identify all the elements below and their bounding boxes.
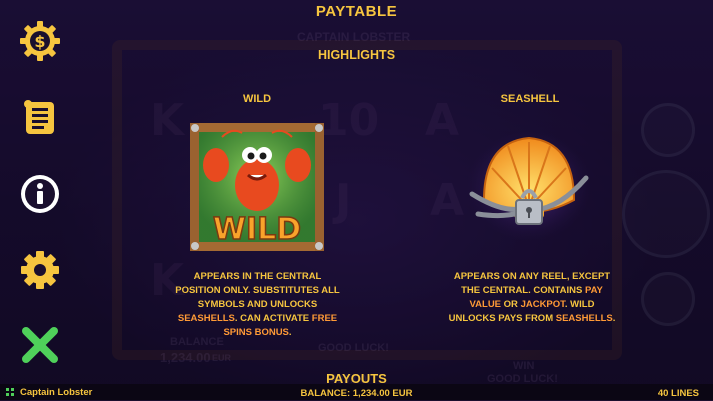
wild-desc-text: . CAN ACTIVATE [234,313,312,324]
page-title: PAYTABLE [315,3,398,20]
svg-text:$: $ [34,32,45,51]
dollar-coin-icon: $ [20,21,60,61]
seashell-desc-highlight: VALUE [469,299,502,310]
seashell-symbol-image [467,131,591,241]
wild-desc-text: . [288,327,292,338]
seashell-desc-highlight: PAY [584,285,603,296]
rules-menu-button[interactable] [18,96,62,140]
scroll-icon [24,100,54,134]
wild-description: APPEARS IN THE CENTRAL POSITION ONLY. SU… [155,270,360,340]
gear-icon [21,251,59,289]
balance-readout: BALANCE: 1,234.00 EUR [300,388,413,399]
seashell-desc-text: . [612,313,616,324]
seashell-desc-highlight: JACKPOT [520,299,565,310]
seashell-desc-text: . WILD [564,299,595,310]
paytable-menu-button[interactable]: $ [18,19,62,63]
wild-title: WILD [242,93,272,105]
lines-readout: 40 LINES [657,388,699,399]
seashell-description: APPEARS ON ANY REEL, EXCEPT THE CENTRAL.… [432,270,632,326]
wild-symbol-image: WILD [190,123,324,251]
info-icon [21,175,59,213]
wild-desc-highlight: SPINS BONUS [223,327,289,338]
close-icon [22,327,58,363]
seashell-desc-highlight: SEASHELLS [555,313,613,324]
wild-desc-line: POSITION ONLY. SUBSTITUTES ALL [175,285,340,296]
section-title: HIGHLIGHTS [317,48,396,62]
info-menu-button[interactable] [18,172,62,216]
seashell-title: SEASHELL [500,93,560,105]
wild-art-text: WILD [213,212,301,247]
seashell-desc-text: THE CENTRAL. CONTAINS [461,285,585,296]
seashell-desc-text: OR [501,299,521,310]
wild-desc-line: APPEARS IN THE CENTRAL [193,271,322,282]
status-bar: Captain Lobster BALANCE: 1,234.00 EUR 40… [0,384,713,400]
seashell-desc-line: APPEARS ON ANY REEL, EXCEPT [453,271,611,282]
settings-menu-button[interactable] [18,248,62,292]
seashell-desc-text: UNLOCKS PAYS FROM [448,313,556,324]
wild-desc-highlight: SEASHELLS [177,313,235,324]
wild-desc-highlight: FREE [311,313,338,324]
close-menu-button[interactable] [18,323,62,367]
wild-desc-line: SYMBOLS AND UNLOCKS [197,299,318,310]
